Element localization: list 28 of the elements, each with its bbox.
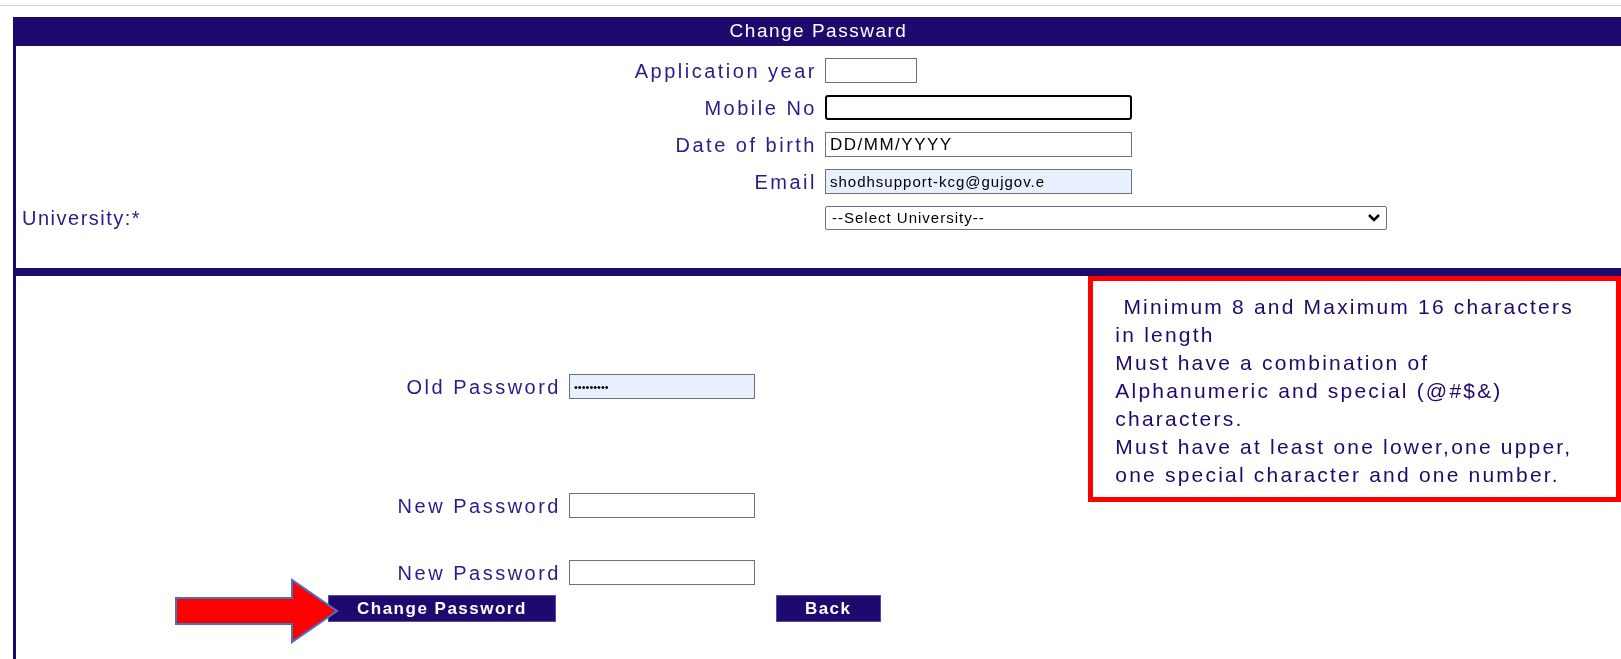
- rule-text: Alphanumeric and special (@#$&): [1115, 378, 1504, 404]
- field-label: Old Password: [405, 374, 562, 400]
- rule-text: characters.: [1115, 406, 1245, 432]
- rule-text: Must have a combination of: [1115, 350, 1431, 376]
- text-field[interactable]: shodhsupport-kcg@gujgov.e: [825, 169, 1132, 194]
- password-field[interactable]: [569, 493, 755, 518]
- rule-text: in length: [1115, 322, 1216, 348]
- password-field[interactable]: •••••••••: [569, 374, 755, 399]
- text-field[interactable]: [825, 58, 917, 83]
- header-bar: Change Passward: [16, 17, 1621, 46]
- rule-text: Must have at least one lower,one upper,: [1115, 434, 1574, 460]
- arrow-icon: [174, 578, 340, 644]
- chevron-down-icon: [1368, 214, 1380, 222]
- back-button[interactable]: Back: [775, 595, 881, 622]
- field-label: Mobile No: [703, 95, 818, 121]
- password-field[interactable]: [569, 560, 755, 585]
- text-field[interactable]: DD/MM/YYYY: [825, 132, 1132, 157]
- rule-text: one special character and one number.: [1115, 462, 1561, 488]
- field-label: Email: [753, 169, 818, 195]
- field-label: New Password: [396, 493, 562, 519]
- university-label: University:*: [21, 206, 143, 231]
- field-label: Date of birth: [674, 132, 818, 158]
- change-password-button[interactable]: Change Password: [328, 595, 556, 622]
- field-label: New Password: [396, 560, 562, 586]
- university-dropdown[interactable]: --Select University--: [825, 206, 1387, 230]
- field-label: Application year: [633, 58, 818, 84]
- text-field[interactable]: [825, 95, 1132, 120]
- rule-text: Minimum 8 and Maximum 16 characters: [1122, 294, 1575, 320]
